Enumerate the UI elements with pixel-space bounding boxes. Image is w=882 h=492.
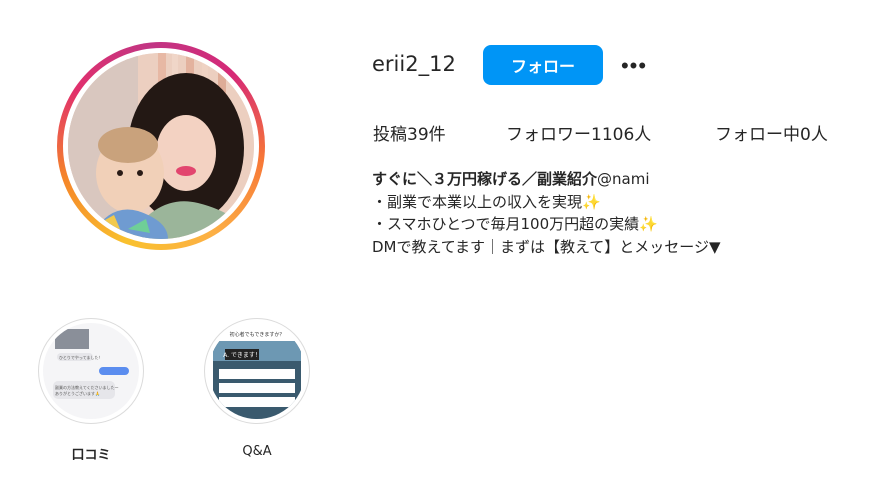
avatar-border [63,48,259,244]
bio-handle-link[interactable]: @nami [597,170,649,188]
posts-count: 投稿39件 [373,125,446,145]
highlight-qa-label: Q&A [242,444,272,459]
follow-button[interactable]: フォロー [483,45,603,85]
avatar[interactable] [68,53,254,239]
profile-avatar-ring[interactable] [57,42,265,250]
highlight-reviews[interactable]: ひとりでやってました！ 副業の方法教えてくださいましたー ありがとうございます🙏… [36,318,146,463]
highlight-ring[interactable]: ひとりでやってました！ 副業の方法教えてくださいましたー ありがとうございます🙏 [38,318,144,424]
chat-bubble-text: ありがとうございます🙏 [55,390,100,396]
highlight-reviews-label: 口コミ [71,448,111,463]
bio-name-line: すぐに＼３万円稼げる／副業紹介@nami [372,168,852,191]
qa-answer-text: A. できます！ [223,352,261,359]
followers-link[interactable]: フォロワー1106人 [506,120,651,145]
username: erii2_12 [372,52,456,76]
bio-name: すぐに＼３万円稼げる／副業紹介 [372,170,598,188]
highlight-qa[interactable]: 初心者でもできますか？ A. できます！ Q&A [202,318,312,459]
sparkle-icon: ✨ [639,215,658,233]
bio-line-2: ・スマホひとつで毎月100万円超の実績✨ [372,213,852,236]
qa-question-text: 初心者でもできますか？ [230,331,285,338]
profile-bio: すぐに＼３万円稼げる／副業紹介@nami ・副業で本業以上の収入を実現✨ ・スマ… [372,168,852,258]
following-link[interactable]: フォロー中0人 [715,120,828,145]
chat-bubble-text: ひとりでやってました！ [59,354,102,360]
bio-line-1: ・副業で本業以上の収入を実現✨ [372,191,852,214]
sparkle-icon: ✨ [582,192,601,211]
highlight-ring[interactable]: 初心者でもできますか？ A. できます！ [204,318,310,424]
highlight-qa-thumbnail: 初心者でもできますか？ A. できます！ [209,323,305,419]
more-options-icon[interactable]: ••• [614,52,654,80]
bio-line-2-text: ・スマホひとつで毎月100万円超の実績 [372,215,640,233]
bio-line-1-text: ・副業で本業以上の収入を実現 [372,192,583,211]
chat-bubble-text: 副業の方法教えてくださいましたー [55,384,119,390]
highlight-reviews-thumbnail: ひとりでやってました！ 副業の方法教えてくださいましたー ありがとうございます🙏 [43,323,139,419]
qa-cover-image: 初心者でもできますか？ A. できます！ [209,323,305,419]
bio-line-3: DMで教えてます｜まずは【教えて】とメッセージ▼ [372,237,721,256]
chat-screenshot-image: ひとりでやってました！ 副業の方法教えてくださいましたー ありがとうございます🙏 [43,323,139,419]
avatar-photo [68,53,254,239]
